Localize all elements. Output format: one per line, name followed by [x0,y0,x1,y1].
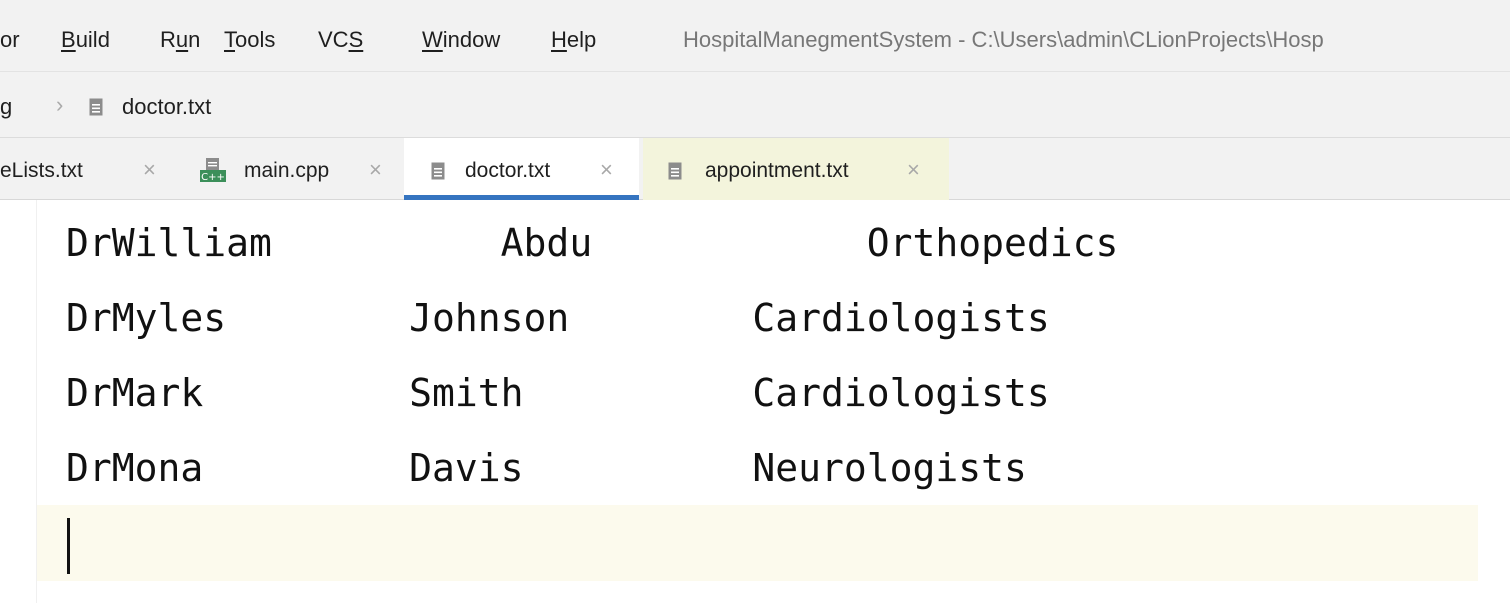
text-editor[interactable]: DrWilliam Abdu Orthopedics DrMyles Johns… [0,200,1510,603]
chevron-right-icon: › [56,92,64,117]
menu-vcs[interactable]: VCS [318,26,363,54]
menu-bar: or Build Run Tools VCS Window Help Hospi… [0,0,1510,72]
svg-text:C++: C++ [201,172,225,182]
tab-label: appointment.txt [705,159,849,182]
breadcrumb-file[interactable]: doctor.txt [122,94,211,120]
tab-doctor-txt-active[interactable]: doctor.txt × [404,138,639,200]
menu-tools[interactable]: Tools [224,26,275,54]
text-file-icon [89,98,103,116]
menu-editor[interactable]: or [0,26,20,54]
editor-line[interactable]: DrMark Smith Cardiologists [66,370,1050,416]
tab-appointment-txt[interactable]: appointment.txt × [643,138,949,200]
tab-label: main.cpp [244,159,330,182]
editor-line[interactable]: DrMyles Johnson Cardiologists [66,295,1050,341]
breadcrumb-parent[interactable]: g [0,94,12,120]
tab-label: eLists.txt [0,159,83,182]
editor-line[interactable]: DrMona Davis Neurologists [66,445,1027,491]
tab-cmakelists[interactable]: eLists.txt × [0,138,185,200]
close-icon[interactable]: × [143,157,156,183]
tab-label: doctor.txt [465,159,551,182]
close-icon[interactable]: × [600,157,613,183]
tab-main-cpp[interactable]: C++ main.cpp × [186,138,400,200]
menu-window[interactable]: Window [422,26,500,54]
cpp-file-icon: C++ [200,158,226,182]
menu-run[interactable]: Run [160,26,200,54]
current-line-highlight [37,505,1478,581]
menu-help[interactable]: Help [551,26,596,54]
editor-tabs: eLists.txt × C++ main.cpp × doctor.txt ×… [0,138,1510,200]
close-icon[interactable]: × [369,157,382,183]
breadcrumb: g › doctor.txt [0,72,1510,138]
text-file-icon [668,162,682,180]
text-caret [67,518,70,574]
window-title: HospitalManegmentSystem - C:\Users\admin… [683,27,1324,52]
close-icon[interactable]: × [907,157,920,183]
menu-build[interactable]: Build [61,26,110,54]
editor-line[interactable]: DrWilliam Abdu Orthopedics [66,220,1118,266]
text-file-icon [431,162,445,180]
